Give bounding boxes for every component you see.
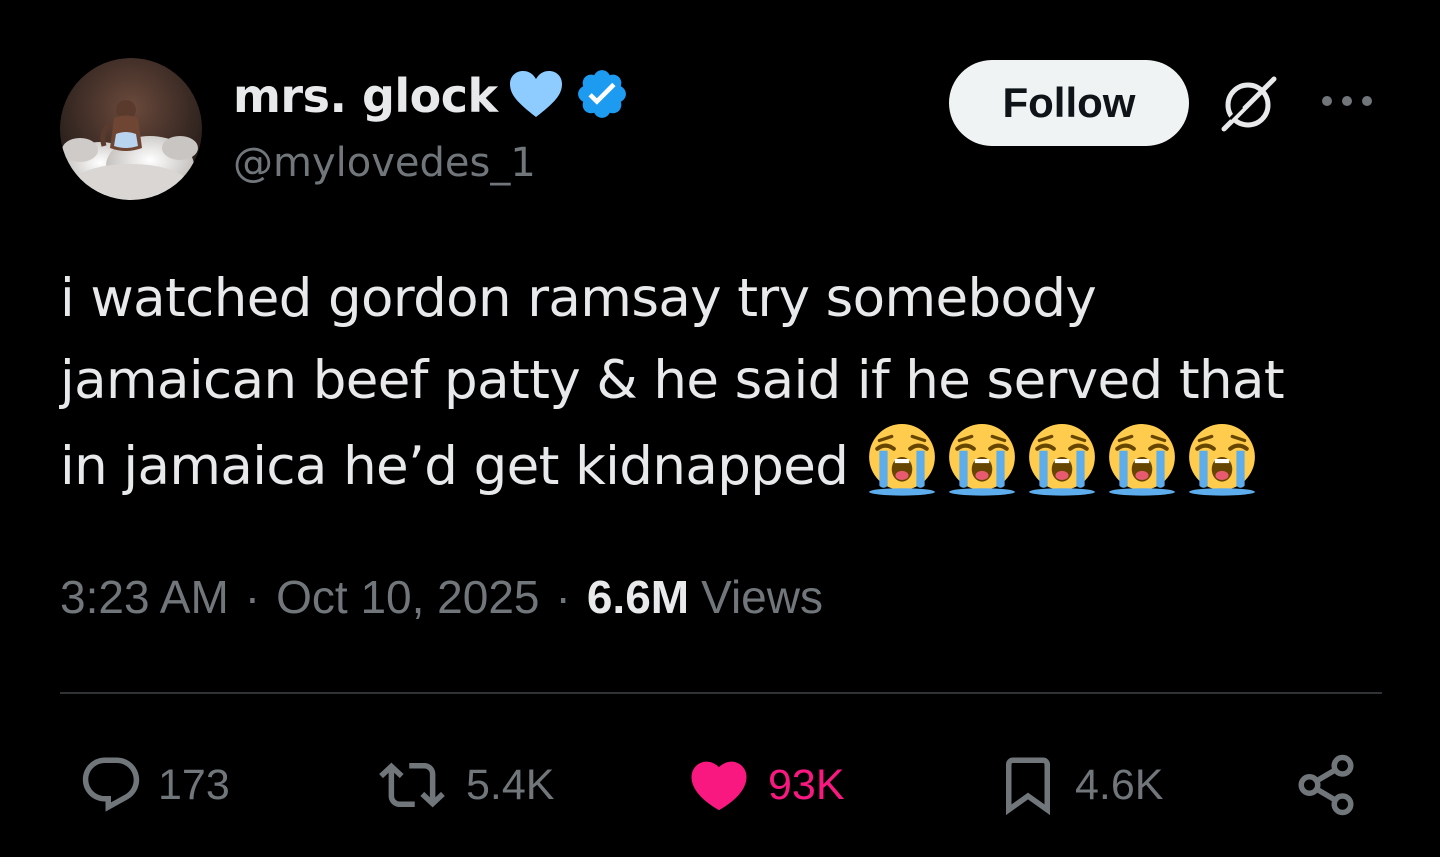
tweet-text-line: i watched gordon ramsay try somebody <box>60 268 1097 329</box>
heart-badge-icon <box>508 69 564 124</box>
bookmark-button[interactable]: 4.6K <box>995 740 1163 830</box>
repost-count: 5.4K <box>466 760 555 809</box>
verified-badge-icon[interactable] <box>574 66 630 127</box>
loudly-crying-face-emoji-icon <box>1188 424 1255 496</box>
loudly-crying-face-emoji-icon <box>868 424 935 496</box>
grok-icon <box>1221 76 1277 132</box>
bookmark-icon <box>1006 757 1050 816</box>
loudly-crying-face-emoji-icon <box>1108 424 1175 496</box>
grok-button[interactable] <box>1214 74 1282 134</box>
repost-button[interactable]: 5.4K <box>372 740 554 830</box>
reply-button[interactable]: 173 <box>78 740 230 830</box>
share-button[interactable] <box>1293 740 1359 830</box>
more-icon <box>1322 96 1372 106</box>
author-display-name[interactable]: mrs. glock <box>233 69 498 123</box>
avatar[interactable] <box>60 58 202 200</box>
tweet-time[interactable]: 3:23 AM <box>60 570 229 624</box>
tweet-card: mrs. glock @mylovedes_1 Follow i watched… <box>0 0 1440 857</box>
meta-separator: · <box>244 571 261 623</box>
author-handle[interactable]: @mylovedes_1 <box>233 140 536 186</box>
avatar-image <box>60 58 202 200</box>
like-count: 93K <box>768 760 845 809</box>
follow-button[interactable]: Follow <box>949 60 1189 146</box>
tweet-text: i watched gordon ramsay try somebody jam… <box>60 258 1360 504</box>
loudly-crying-face-emoji-icon <box>948 424 1015 496</box>
views-label: Views <box>701 571 823 623</box>
views-count: 6.6M <box>586 571 690 623</box>
share-icon <box>1298 754 1354 816</box>
action-bar: 173 5.4K 93K 4.6K <box>0 740 1440 830</box>
author-name-row: mrs. glock <box>233 66 630 126</box>
repost-icon <box>379 762 445 808</box>
loudly-crying-face-emoji-icon <box>1028 424 1095 496</box>
reply-icon <box>82 757 140 812</box>
tweet-date[interactable]: Oct 10, 2025 <box>276 570 539 624</box>
divider <box>60 692 1382 694</box>
more-button[interactable] <box>1313 84 1381 118</box>
bookmark-count: 4.6K <box>1075 760 1164 809</box>
reply-count: 173 <box>158 760 230 809</box>
heart-icon <box>691 761 747 811</box>
tweet-meta: 3:23 AM · Oct 10, 2025 · 6.6M Views <box>60 570 823 624</box>
tweet-text-line: in jamaica he’d get kidnapped <box>60 422 1360 504</box>
tweet-text-line: jamaican beef patty & he said if he serv… <box>60 350 1285 411</box>
like-button[interactable]: 93K <box>684 740 845 830</box>
meta-separator: · <box>555 571 571 623</box>
emoji-group <box>865 422 1265 520</box>
tweet-text-line-content: in jamaica he’d get kidnapped <box>60 436 849 497</box>
